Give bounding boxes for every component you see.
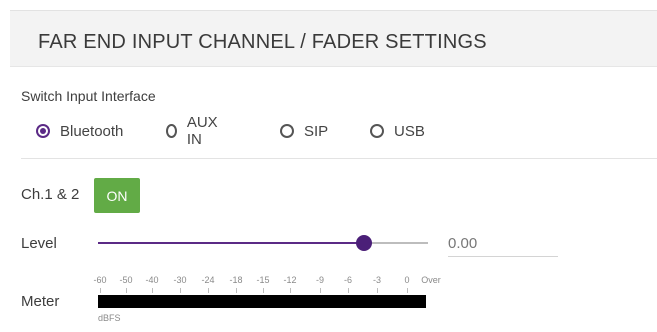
radio-label-aux-in: AUX IN <box>186 114 218 148</box>
level-slider-thumb[interactable] <box>356 235 372 251</box>
meter-tick-label: -50 <box>119 275 133 285</box>
radio-unchecked-icon[interactable] <box>370 124 384 138</box>
radio-usb[interactable]: USB <box>370 121 425 141</box>
radio-unchecked-icon[interactable] <box>280 124 294 138</box>
meter-tick-mark <box>348 288 349 293</box>
meter-tick-mark <box>377 288 378 293</box>
radio-label-usb: USB <box>394 122 425 140</box>
meter-tick-label: -6 <box>343 275 353 285</box>
radio-aux-in[interactable]: AUX IN <box>166 114 221 148</box>
meter-tick-mark <box>320 288 321 293</box>
level-meter-bar <box>98 295 426 308</box>
meter-scale: -60 -50 -40 -30 -24 -18 -15 -12 -9 -6 -3… <box>93 275 456 295</box>
channel-label: Ch.1 & 2 <box>21 186 80 203</box>
radio-unchecked-icon[interactable] <box>166 124 177 138</box>
meter-tick-mark <box>290 288 291 293</box>
meter-tick-mark <box>236 288 237 293</box>
meter-tick-label: -40 <box>145 275 159 285</box>
meter-tick-mark <box>126 288 127 293</box>
switch-input-label: Switch Input Interface <box>21 88 156 104</box>
meter-tick-label: -18 <box>229 275 243 285</box>
meter-tick-label: Over <box>421 275 441 285</box>
fader-settings-panel: FAR END INPUT CHANNEL / FADER SETTINGS S… <box>0 0 657 332</box>
meter-tick-mark <box>100 288 101 293</box>
level-slider-filled-track[interactable] <box>98 242 364 244</box>
radio-bluetooth[interactable]: Bluetooth <box>36 121 123 141</box>
meter-tick-mark <box>208 288 209 293</box>
meter-tick-label: -3 <box>372 275 382 285</box>
panel-title: FAR END INPUT CHANNEL / FADER SETTINGS <box>38 31 487 53</box>
meter-tick-mark <box>407 288 408 293</box>
level-value-field[interactable]: 0.00 <box>448 230 558 257</box>
meter-tick-label: -60 <box>93 275 107 285</box>
meter-tick-label: -24 <box>201 275 215 285</box>
meter-tick-label: -12 <box>283 275 297 285</box>
radio-label-bluetooth: Bluetooth <box>60 122 124 140</box>
level-label: Level <box>21 235 57 252</box>
meter-tick-label: -30 <box>173 275 187 285</box>
channel-on-toggle[interactable]: ON <box>94 178 140 213</box>
radio-label-sip: SIP <box>304 122 329 140</box>
meter-tick-mark <box>263 288 264 293</box>
meter-tick-mark <box>180 288 181 293</box>
meter-tick-mark <box>152 288 153 293</box>
section-divider <box>21 158 657 159</box>
panel-header: FAR END INPUT CHANNEL / FADER SETTINGS <box>10 10 657 67</box>
meter-label: Meter <box>21 293 60 310</box>
meter-tick-label: -9 <box>315 275 325 285</box>
radio-sip[interactable]: SIP <box>280 121 328 141</box>
meter-unit-label: dBFS <box>98 313 121 323</box>
radio-checked-icon[interactable] <box>36 124 50 138</box>
meter-tick-label: -15 <box>256 275 270 285</box>
level-slider-track[interactable] <box>364 242 428 244</box>
meter-tick-label: 0 <box>404 275 410 285</box>
